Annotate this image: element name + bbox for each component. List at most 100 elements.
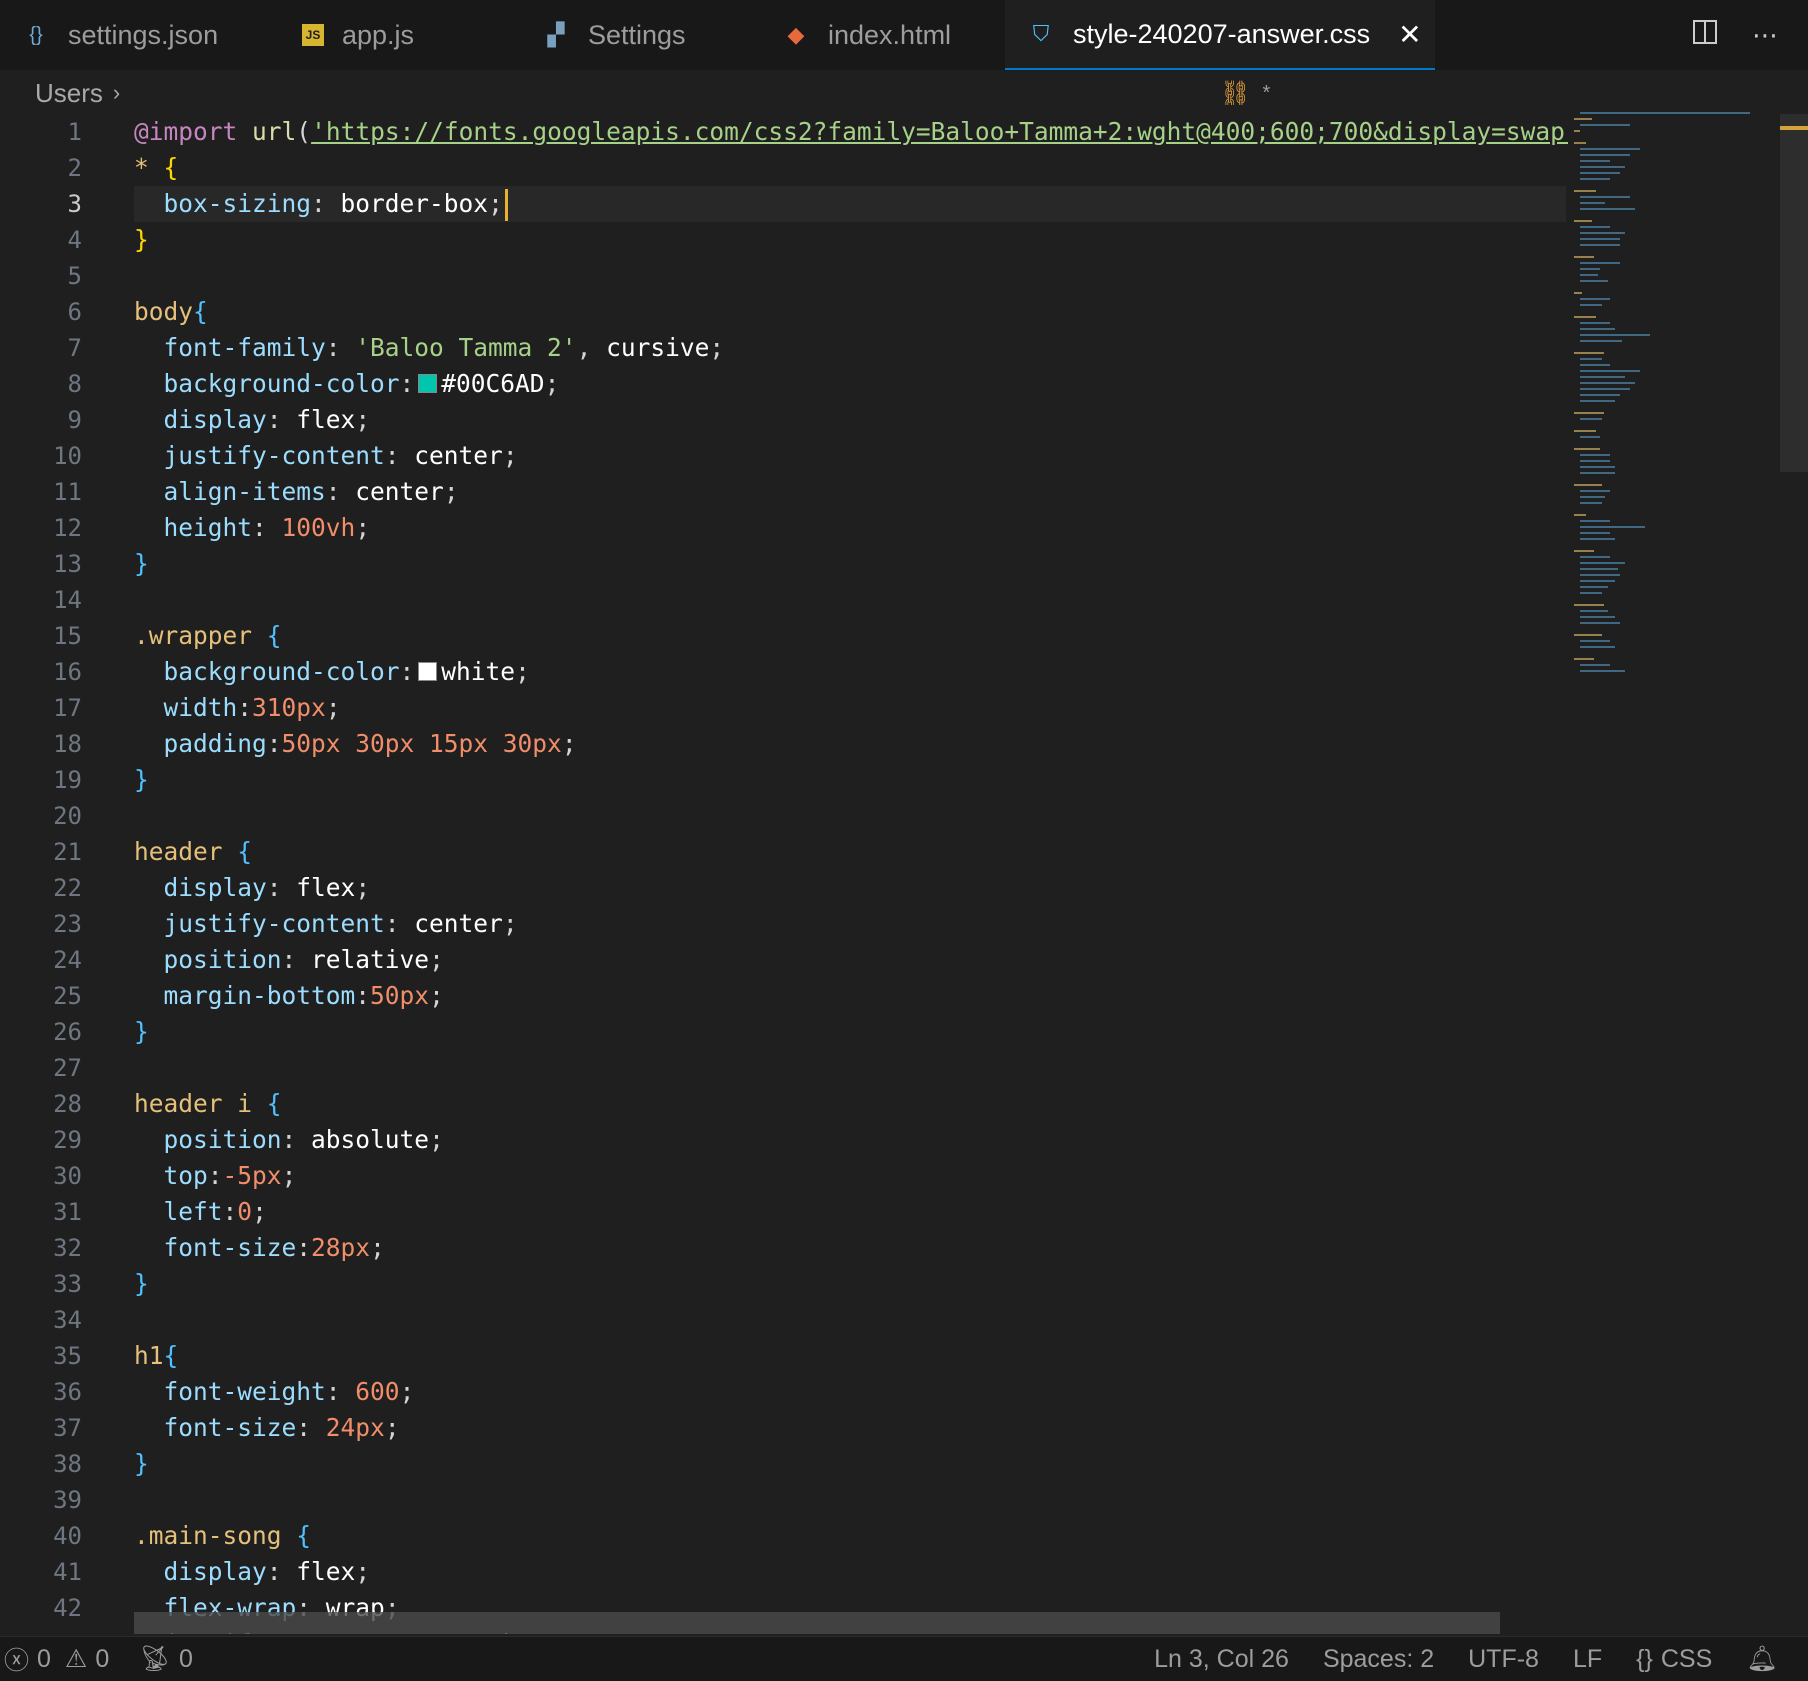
code-line[interactable]: 5 [0, 258, 1568, 294]
code-line[interactable]: 37 font-size: 24px; [0, 1410, 1568, 1446]
code-line[interactable]: 30 top:-5px; [0, 1158, 1568, 1194]
code-line[interactable]: 13} [0, 546, 1568, 582]
line-number: 18 [53, 730, 82, 758]
code-line[interactable]: 28 header i { [0, 1086, 1568, 1122]
code-line[interactable]: 1 @import url('https://fonts.googleapis.c… [0, 114, 1568, 150]
split-editor-icon[interactable] [1692, 19, 1718, 52]
tab-index-html[interactable]: ◆ index.html [760, 0, 1005, 70]
code-token: border-box [340, 189, 489, 218]
code-line[interactable]: 4} [0, 222, 1568, 258]
code-line[interactable]: 31 left:0; [0, 1194, 1568, 1230]
code-line[interactable]: 20 [0, 798, 1568, 834]
code-text: header i { [134, 1086, 282, 1122]
minimap-line [1580, 388, 1630, 390]
code-line[interactable]: 21 header { [0, 834, 1568, 870]
editor-actions: ⋯ [1692, 0, 1778, 70]
code-line[interactable]: 9 display: flex; [0, 402, 1568, 438]
line-number: 37 [53, 1414, 82, 1442]
code-line[interactable]: 11 align-items: center; [0, 474, 1568, 510]
code-line[interactable]: 27 [0, 1050, 1568, 1086]
code-line[interactable]: 23 justify-content: center; [0, 906, 1568, 942]
minimap-line [1580, 610, 1608, 612]
line-number: 7 [67, 334, 82, 362]
close-icon[interactable]: ✕ [1398, 18, 1421, 51]
tab-settings-json[interactable]: {} settings.json [0, 0, 290, 70]
code-line[interactable]: 15 .wrapper { [0, 618, 1568, 654]
encoding[interactable]: UTF-8 [1468, 1645, 1539, 1674]
minimap-line [1574, 142, 1586, 144]
tab-settings[interactable]: ▞ Settings [520, 0, 760, 70]
code-line[interactable]: 14 [0, 582, 1568, 618]
code-line[interactable]: 22 display: flex; [0, 870, 1568, 906]
code-line[interactable]: 26} [0, 1014, 1568, 1050]
tab-app-js[interactable]: JS app.js [280, 0, 520, 70]
line-number: 38 [53, 1450, 82, 1478]
text-cursor [504, 189, 508, 221]
code-line[interactable]: 18 padding:50px 30px 15px 30px; [0, 726, 1568, 762]
code-line[interactable]: 16 background-color: white; [0, 654, 1568, 690]
code-line[interactable]: 8 background-color: #00C6AD; [0, 366, 1568, 402]
code-line[interactable]: 6 body{ [0, 294, 1568, 330]
code-text: justify-content: center; [134, 438, 518, 474]
code-line[interactable]: 19} [0, 762, 1568, 798]
minimap-line [1574, 316, 1596, 318]
color-swatch[interactable] [418, 662, 438, 681]
code-line[interactable]: 17 width:310px; [0, 690, 1568, 726]
code-line[interactable]: 2 * { [0, 150, 1568, 186]
breadcrumb-item-users[interactable]: Users [35, 78, 103, 109]
code-token: , [576, 333, 607, 362]
ports-indicator[interactable]: 📡︎ 0 [139, 1645, 193, 1674]
minimap-line [1580, 466, 1615, 468]
minimap-line [1580, 226, 1610, 228]
code-line[interactable]: 25 margin-bottom:50px; [0, 978, 1568, 1014]
code-line[interactable]: 7 font-family: 'Baloo Tamma 2', cursive; [0, 330, 1568, 366]
code-line[interactable]: 38} [0, 1446, 1568, 1482]
code-line[interactable]: 29 position: absolute; [0, 1122, 1568, 1158]
code-token: { [163, 1341, 179, 1370]
code-text: * { [134, 150, 178, 186]
cursor-position[interactable]: Ln 3, Col 26 [1154, 1645, 1289, 1674]
code-line[interactable]: 39 [0, 1482, 1568, 1518]
tab-label: Settings [588, 19, 686, 50]
vertical-scrollbar[interactable] [1780, 114, 1808, 472]
code-line[interactable]: 35 h1{ [0, 1338, 1568, 1374]
language-mode[interactable]: {} CSS [1636, 1645, 1712, 1674]
line-number: 40 [53, 1522, 82, 1550]
notifications-bell-icon[interactable]: 🔔︎ [1746, 1645, 1778, 1674]
minimap-line [1580, 436, 1600, 438]
minimap-line [1580, 280, 1608, 282]
code-line[interactable]: 12 height: 100vh; [0, 510, 1568, 546]
color-swatch[interactable] [418, 374, 438, 393]
code-line[interactable]: 34 [0, 1302, 1568, 1338]
code-token: ; [355, 1557, 371, 1586]
code-line[interactable]: 40 .main-song { [0, 1518, 1568, 1554]
line-number: 30 [53, 1162, 82, 1190]
code-line[interactable]: 24 position: relative; [0, 942, 1568, 978]
code-line[interactable]: 36 font-weight: 600; [0, 1374, 1568, 1410]
minimap-line [1580, 418, 1602, 420]
code-text: } [134, 1266, 149, 1302]
error-icon: ⓧ [4, 1647, 30, 1675]
code-line[interactable]: 10 justify-content: center; [0, 438, 1568, 474]
code-editor[interactable]: 1 @import url('https://fonts.googleapis.c… [0, 114, 1568, 1634]
minimap-line [1580, 334, 1650, 336]
line-number: 11 [53, 478, 82, 506]
indentation[interactable]: Spaces: 2 [1323, 1645, 1434, 1674]
git-indicator[interactable]: ⛓ * [1220, 74, 1270, 112]
code-line[interactable]: 41 display: flex; [0, 1554, 1568, 1590]
end-of-line[interactable]: LF [1573, 1645, 1602, 1674]
minimap-line [1580, 148, 1640, 150]
more-actions-icon[interactable]: ⋯ [1752, 20, 1778, 51]
problems-indicator[interactable]: ⓧ 0 ⚠ 0 [4, 1641, 109, 1677]
horizontal-scrollbar[interactable] [134, 1612, 1500, 1634]
code-line[interactable]: 3 box-sizing: border-box; [0, 186, 1568, 222]
code-line[interactable]: 33} [0, 1266, 1568, 1302]
tab-style-css[interactable]: ⛉ style-240207-answer.css ✕ [1005, 0, 1435, 70]
code-token: font-family [163, 333, 326, 362]
minimap-line [1580, 622, 1620, 624]
code-token: ; [561, 729, 577, 758]
minimap[interactable] [1574, 112, 1752, 672]
code-line[interactable]: 32 font-size:28px; [0, 1230, 1568, 1266]
line-number: 31 [53, 1198, 82, 1226]
